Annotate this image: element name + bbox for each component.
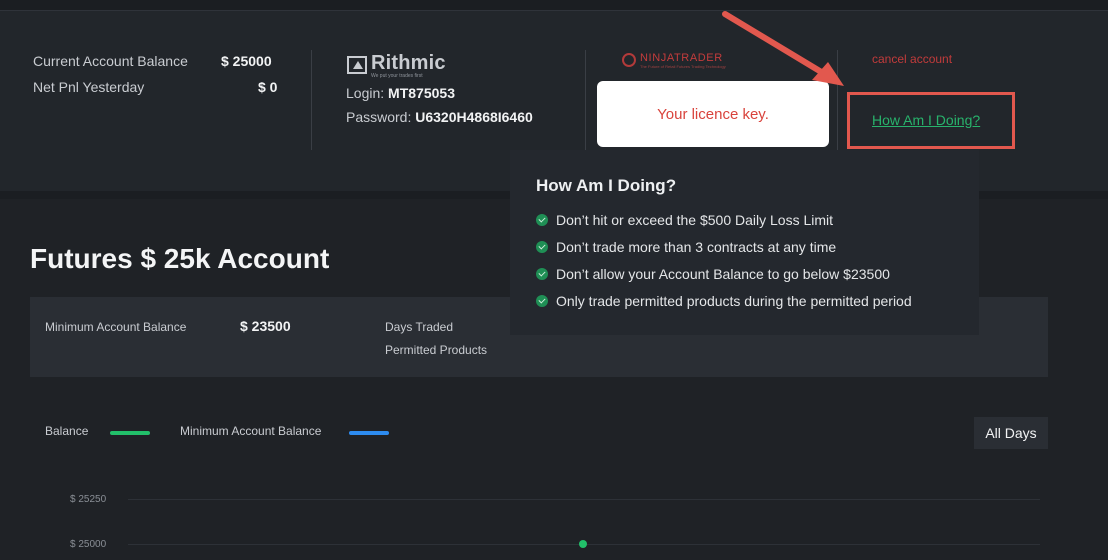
- net-pnl-label: Net Pnl Yesterday: [33, 79, 145, 95]
- top-strip: [0, 0, 1108, 11]
- annotation-arrow-icon: [722, 11, 844, 86]
- current-balance-value: $ 25000: [221, 53, 272, 69]
- net-pnl-value: $ 0: [258, 79, 278, 95]
- gridline: [128, 499, 1040, 500]
- y-tick-label: $ 25000: [70, 539, 107, 550]
- legend-balance-label: Balance: [45, 424, 89, 438]
- tooltip-rule: Don’t hit or exceed the $500 Daily Loss …: [536, 212, 833, 228]
- password-label: Password:: [346, 109, 412, 125]
- tooltip-rule: Don’t allow your Account Balance to go b…: [536, 266, 890, 282]
- check-icon: [536, 214, 548, 226]
- login-value: MT875053: [388, 85, 455, 101]
- days-traded-label: Days Traded: [385, 320, 454, 334]
- balance-data-point: [579, 540, 587, 548]
- current-balance-label: Current Account Balance: [33, 53, 188, 69]
- how-am-i-doing-tooltip: How Am I Doing? Don’t hit or exceed the …: [510, 150, 979, 335]
- all-days-button[interactable]: All Days: [974, 417, 1048, 449]
- cancel-account-link[interactable]: cancel account: [872, 52, 952, 66]
- header-divider: [311, 50, 312, 150]
- how-am-i-doing-link[interactable]: How Am I Doing?: [872, 112, 980, 128]
- check-icon: [536, 241, 548, 253]
- rithmic-logo-text: Rithmic: [371, 52, 446, 74]
- y-tick-label: $ 25250: [70, 494, 107, 505]
- rithmic-mark-icon: [347, 56, 367, 74]
- min-balance-label: Minimum Account Balance: [45, 320, 187, 334]
- check-icon: [536, 295, 548, 307]
- tooltip-rule: Only trade permitted products during the…: [536, 293, 912, 309]
- password-value: U6320H4868I6460: [415, 109, 533, 125]
- rithmic-logo: Rithmic We put your trades first: [347, 52, 457, 79]
- check-icon: [536, 268, 548, 280]
- password-row: Password: U6320H4868I6460: [346, 109, 533, 125]
- legend-balance-swatch: [110, 431, 150, 435]
- legend-min-balance-label: Minimum Account Balance: [180, 424, 322, 438]
- login-row: Login: MT875053: [346, 85, 455, 101]
- page-title: Futures $ 25k Account: [30, 243, 330, 274]
- legend-min-balance-swatch: [349, 431, 389, 435]
- header-divider: [585, 50, 586, 150]
- login-label: Login:: [346, 85, 385, 101]
- tooltip-title: How Am I Doing?: [536, 176, 677, 195]
- rithmic-logo-tagline: We put your trades first: [371, 73, 423, 79]
- permitted-products-label: Permitted Products: [385, 343, 488, 357]
- ninjatrader-mark-icon: [622, 53, 636, 67]
- tooltip-rule: Don’t trade more than 3 contracts at any…: [536, 239, 836, 255]
- min-balance-value: $ 23500: [240, 318, 291, 334]
